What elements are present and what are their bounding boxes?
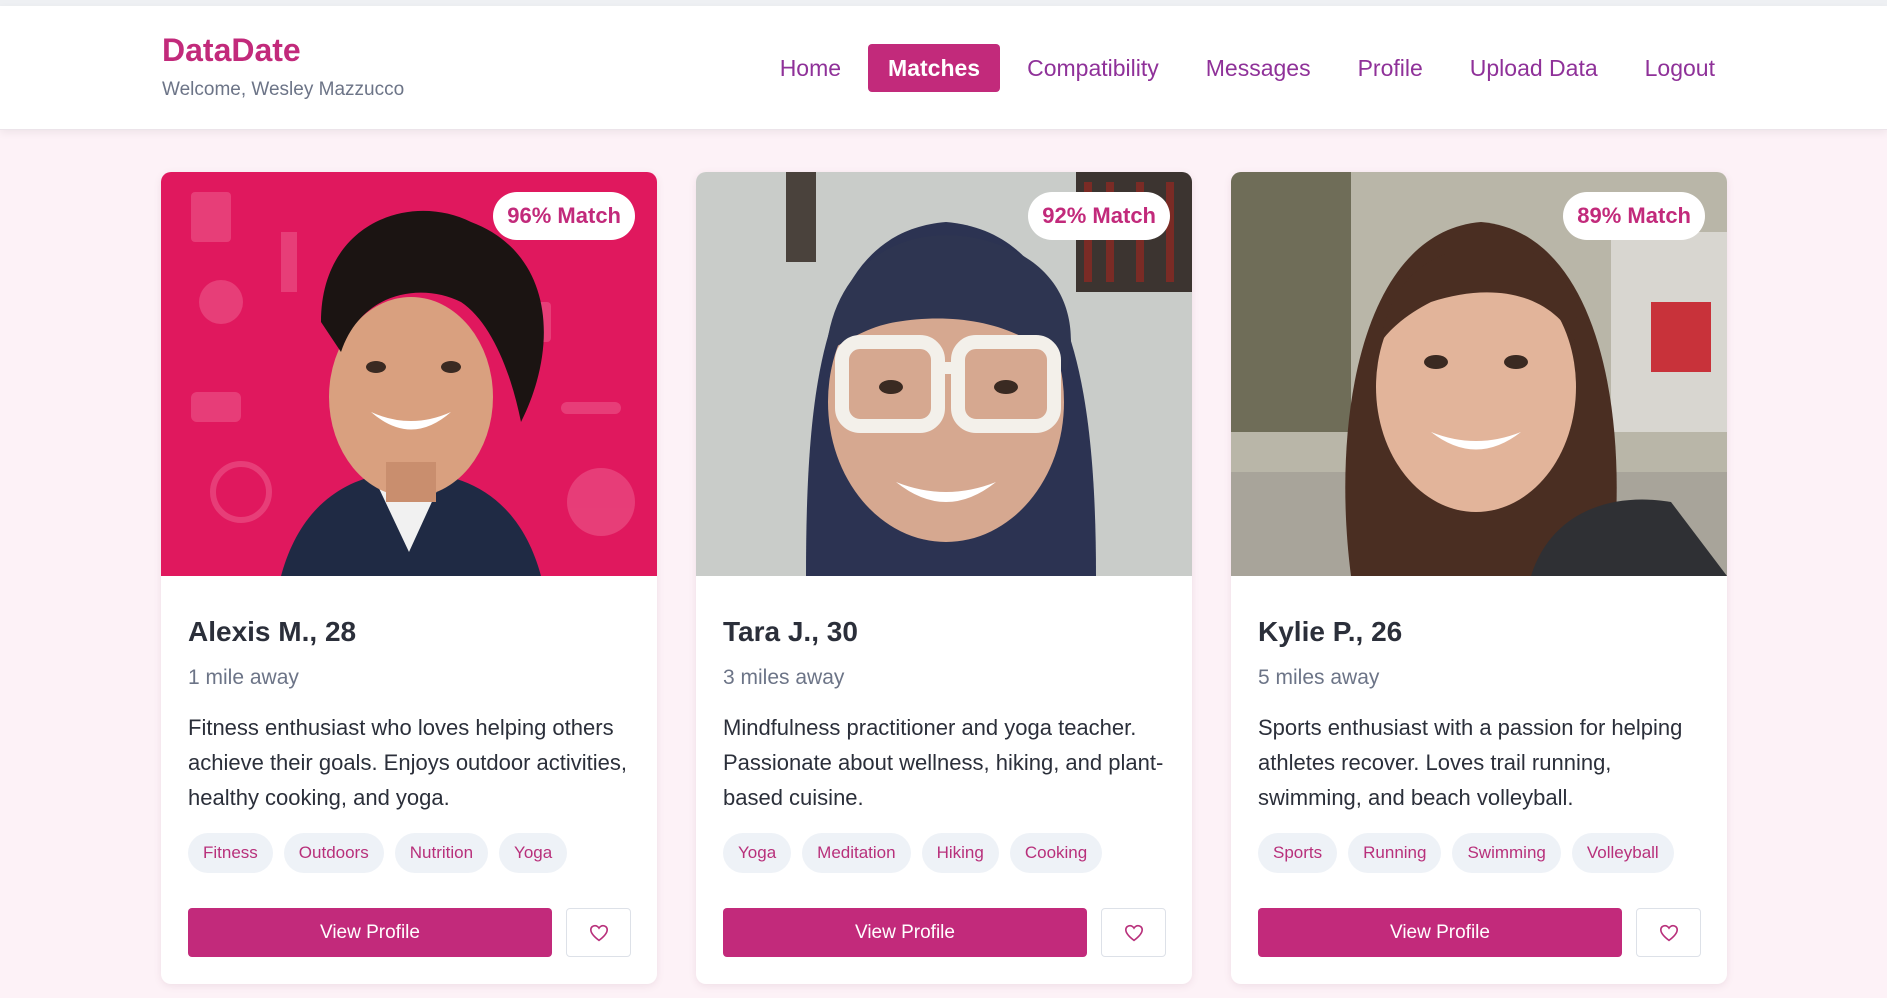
match-name: Kylie P., 26 xyxy=(1258,616,1403,647)
interest-tag: Meditation xyxy=(802,833,911,873)
nav-matches[interactable]: Matches xyxy=(868,44,1001,92)
profile-photo[interactable]: 96% Match xyxy=(161,172,657,576)
match-bio: Sports enthusiast with a passion for hel… xyxy=(1258,715,1683,810)
match-percentage-badge: 89% Match xyxy=(1563,192,1705,240)
view-profile-button[interactable]: View Profile xyxy=(723,908,1087,957)
interest-tag: Outdoors xyxy=(283,833,384,873)
interest-tag: Running xyxy=(1348,833,1442,873)
card-body: Alexis M., 28 1 mile away Fitness enthus… xyxy=(161,616,657,873)
interest-tag: Sports xyxy=(1258,833,1338,873)
nav-compatibility[interactable]: Compatibility xyxy=(1007,44,1179,92)
brand-block: DataDate Welcome, Wesley Mazzucco xyxy=(162,32,404,101)
card-actions: View Profile xyxy=(188,908,631,957)
match-name: Tara J., 30 xyxy=(723,616,858,647)
nav-upload-data[interactable]: Upload Data xyxy=(1450,44,1618,92)
interest-tag: Volleyball xyxy=(1571,833,1674,873)
view-profile-button[interactable]: View Profile xyxy=(1258,908,1622,957)
nav-profile[interactable]: Profile xyxy=(1338,44,1443,92)
match-card: 89% Match Kylie P., 26 5 miles away Spor… xyxy=(1231,172,1727,984)
card-actions: View Profile xyxy=(723,908,1166,957)
profile-photo[interactable]: 89% Match xyxy=(1231,172,1727,576)
welcome-message: Welcome, Wesley Mazzucco xyxy=(162,79,405,100)
interest-tag: Fitness xyxy=(188,833,273,873)
site-header: DataDate Welcome, Wesley Mazzucco Home M… xyxy=(0,6,1887,130)
matches-grid: 96% Match Alexis M., 28 1 mile away Fitn… xyxy=(161,172,1766,984)
heart-icon xyxy=(1124,924,1143,941)
match-name: Alexis M., 28 xyxy=(188,616,357,647)
nav-logout[interactable]: Logout xyxy=(1625,44,1735,92)
card-actions: View Profile xyxy=(1258,908,1701,957)
match-bio: Mindfulness practitioner and yoga teache… xyxy=(723,715,1164,810)
nav-home[interactable]: Home xyxy=(760,44,861,92)
match-card: 96% Match Alexis M., 28 1 mile away Fitn… xyxy=(161,172,657,984)
match-card: 92% Match Tara J., 30 3 miles away Mindf… xyxy=(696,172,1192,984)
profile-photo[interactable]: 92% Match xyxy=(696,172,1192,576)
interest-tags: Sports Running Swimming Volleyball xyxy=(1258,833,1700,873)
main-nav: Home Matches Compatibility Messages Prof… xyxy=(753,44,1735,92)
interest-tags: Yoga Meditation Hiking Cooking xyxy=(723,833,1165,873)
match-bio: Fitness enthusiast who loves helping oth… xyxy=(188,715,628,810)
match-distance: 3 miles away xyxy=(723,666,845,689)
interest-tag: Nutrition xyxy=(394,833,489,873)
interest-tag: Yoga xyxy=(723,833,792,873)
interest-tag: Hiking xyxy=(921,833,999,873)
interest-tags: Fitness Outdoors Nutrition Yoga xyxy=(188,833,630,873)
interest-tag: Cooking xyxy=(1009,833,1103,873)
card-body: Tara J., 30 3 miles away Mindfulness pra… xyxy=(696,616,1192,873)
interest-tag: Swimming xyxy=(1452,833,1561,873)
brand-logo-text[interactable]: DataDate xyxy=(162,32,404,69)
heart-icon xyxy=(1659,924,1678,941)
match-distance: 5 miles away xyxy=(1258,666,1380,689)
nav-messages[interactable]: Messages xyxy=(1186,44,1331,92)
favorite-button[interactable] xyxy=(1101,908,1166,957)
match-percentage-badge: 92% Match xyxy=(1028,192,1170,240)
card-body: Kylie P., 26 5 miles away Sports enthusi… xyxy=(1231,616,1727,873)
view-profile-button[interactable]: View Profile xyxy=(188,908,552,957)
favorite-button[interactable] xyxy=(1636,908,1701,957)
match-percentage-badge: 96% Match xyxy=(493,192,635,240)
interest-tag: Yoga xyxy=(499,833,568,873)
favorite-button[interactable] xyxy=(566,908,631,957)
heart-icon xyxy=(589,924,608,941)
match-distance: 1 mile away xyxy=(188,666,299,689)
